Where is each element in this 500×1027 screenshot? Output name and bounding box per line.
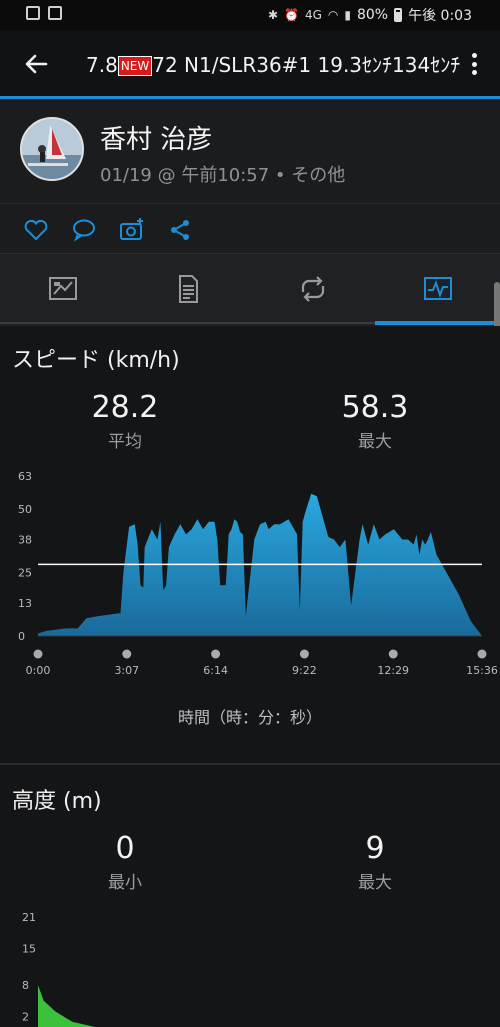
- gallery-notification-icon: [26, 6, 40, 20]
- activity-title: 7.8 NEW 72 N1/SLR36#1 19.3ｾﾝﾁ134ｾﾝﾁ: [86, 49, 468, 78]
- profile-header: 香村 治彦 01/19 @ 午前10:57 • その他: [0, 99, 500, 203]
- clock: 午後 0:03: [408, 8, 472, 24]
- speed-avg-value: 28.2: [91, 390, 159, 425]
- title-suffix: 72 N1/SLR36#1 19.3ｾﾝﾁ134ｾﾝﾁ: [152, 53, 461, 77]
- wifi-icon: ◠: [327, 8, 339, 22]
- speed-x-tick-dot: [211, 649, 221, 659]
- user-name: 香村 治彦: [100, 125, 213, 155]
- altitude-y-tick-label: 15: [22, 942, 36, 955]
- speed-x-tick-dot: [122, 649, 132, 659]
- altitude-min-value: 0: [115, 831, 135, 866]
- active-tab-indicator: [375, 321, 500, 325]
- battery-icon: [394, 8, 403, 22]
- speed-x-tick-dot: [477, 649, 487, 659]
- speed-x-tick-dot: [388, 649, 398, 659]
- more-options-icon[interactable]: [472, 53, 478, 75]
- comment-icon[interactable]: [70, 216, 98, 244]
- speed-y-tick-label: 13: [18, 597, 32, 610]
- speed-avg-stat: 28.2 平均: [25, 390, 225, 452]
- speed-x-tick-label: 9:22: [292, 664, 317, 677]
- map-icon: [49, 277, 77, 300]
- network-type-label: 4G: [304, 8, 322, 22]
- like-heart-icon[interactable]: [22, 216, 50, 244]
- back-arrow-icon[interactable]: [20, 48, 52, 80]
- chart-icon: [424, 277, 452, 300]
- detail-tabs: [0, 253, 500, 326]
- altitude-max-stat: 9 最大: [275, 831, 475, 893]
- share-icon[interactable]: [166, 216, 194, 244]
- battery-percent: 80%: [356, 7, 389, 23]
- altitude-max-value: 9: [365, 831, 385, 866]
- app-bar: 7.8 NEW 72 N1/SLR36#1 19.3ｾﾝﾁ134ｾﾝﾁ: [0, 30, 500, 96]
- laps-icon: [301, 276, 325, 302]
- speed-x-tick-dot: [33, 649, 43, 659]
- altitude-card: 高度 (m) 0 最小 9 最大 2 8 15 21: [0, 765, 500, 1027]
- speed-x-tick-label: 3:07: [114, 664, 139, 677]
- speed-y-tick-label: 25: [18, 567, 32, 580]
- activity-meta: 01/19 @ 午前10:57 • その他: [100, 165, 346, 186]
- speed-x-axis-label: 時間（時：分：秒）: [177, 708, 322, 727]
- speed-x-tick-dot: [299, 649, 309, 659]
- action-bar: [0, 203, 500, 254]
- altitude-min-label: 最小: [108, 873, 142, 893]
- altitude-title: 高度 (m): [12, 789, 102, 814]
- speed-x-tick-label: 15:36: [466, 664, 498, 677]
- speed-max-value: 58.3: [341, 390, 409, 425]
- alarm-icon: ⏰: [284, 8, 299, 22]
- speed-x-tick-label: 12:29: [377, 664, 409, 677]
- altitude-y-tick-label: 2: [22, 1011, 29, 1024]
- speed-x-tick-label: 6:14: [203, 664, 228, 677]
- new-badge: NEW: [117, 56, 153, 76]
- title-prefix: 7.8: [86, 53, 118, 77]
- speed-y-tick-label: 38: [18, 533, 32, 546]
- altitude-area-series: [38, 985, 482, 1027]
- altitude-min-stat: 0 最小: [25, 831, 225, 893]
- status-bar: ✱ ⏰ 4G ◠ ▮ 80% 午後 0:03: [0, 0, 500, 30]
- speed-max-label: 最大: [358, 432, 392, 452]
- add-photo-icon[interactable]: [118, 216, 146, 244]
- check-notification-icon: [48, 6, 62, 20]
- speed-avg-label: 平均: [108, 432, 142, 452]
- tab-charts[interactable]: [375, 254, 500, 326]
- tab-map[interactable]: [0, 254, 125, 326]
- altitude-max-label: 最大: [358, 873, 392, 893]
- bluetooth-icon: ✱: [267, 8, 278, 22]
- speed-y-tick-label: 50: [18, 503, 32, 516]
- speed-y-tick-label: 63: [18, 470, 32, 483]
- tab-laps[interactable]: [250, 254, 375, 326]
- speed-chart: 0 13 25 38 50 63 0:00 3:07 6:14 9:22 12:29 15:36: [18, 470, 498, 677]
- altitude-y-tick-label: 21: [22, 911, 36, 924]
- speed-x-tick-label: 0:00: [26, 664, 51, 677]
- altitude-y-tick-label: 8: [22, 979, 29, 992]
- speed-max-stat: 58.3 最大: [275, 390, 475, 452]
- document-icon: [179, 275, 198, 303]
- avatar[interactable]: [20, 117, 84, 181]
- tab-summary[interactable]: [125, 254, 250, 326]
- signal-icon: ▮: [344, 8, 351, 22]
- altitude-chart: 2 8 15 21: [22, 911, 482, 1027]
- speed-card: スピード (km/h) 28.2 平均 58.3 最大 0 13 25 38 50 63 0…: [0, 326, 500, 763]
- speed-title: スピード (km/h): [12, 348, 180, 373]
- speed-y-tick-label: 0: [18, 630, 25, 643]
